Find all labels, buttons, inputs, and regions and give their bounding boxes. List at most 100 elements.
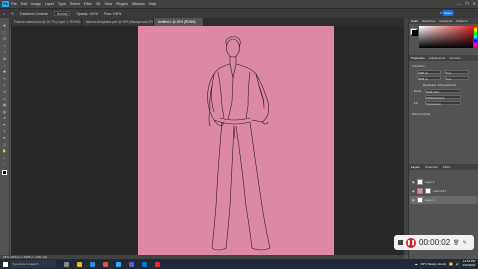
gradient-tool-icon[interactable]: ▤ (2, 103, 8, 107)
tab-libraries[interactable]: Libraries (449, 56, 461, 60)
tools-panel: ✥ ⬚ ʘ ⌖ ⌗ ⊠ ⁄ ✚ ✎ ⊥ ↺ ▭ ▤ ◍ ● ✒ T ➤ ▢ ✋ … (0, 18, 10, 258)
eyedropper-tool-icon[interactable]: ⁄ (2, 64, 8, 68)
volume-icon[interactable]: 🔊 (456, 262, 460, 266)
tab-channels[interactable]: Channels (425, 165, 438, 169)
menu-filter[interactable]: Filter (84, 2, 92, 6)
blur-tool-icon[interactable]: ◍ (2, 110, 8, 114)
layer-row[interactable]: ◉ Layer 1 (410, 196, 477, 204)
frame-tool-icon[interactable]: ⊠ (2, 57, 8, 61)
marquee-tool-icon[interactable]: ⬚ (2, 31, 8, 35)
layer-row[interactable]: ◉ Color Fill 1 (410, 187, 477, 195)
layer-name: Layer 2 (425, 180, 435, 184)
home-icon[interactable]: ⌂ (3, 12, 5, 16)
menu-layer[interactable]: Layer (45, 2, 54, 6)
eraser-tool-icon[interactable]: ▭ (2, 97, 8, 101)
tab-document-1[interactable]: Fashion sketch.psd @ 16.7% (Layer 1, RGB… (10, 18, 82, 26)
edge-icon[interactable] (90, 261, 95, 267)
tab-properties[interactable]: Properties (411, 56, 425, 60)
tab-document-2[interactable]: fashion-templates.psd @ 25% (Background,… (82, 18, 154, 26)
zoom-tool-icon[interactable]: ⌕ (2, 156, 8, 160)
quick-select-tool-icon[interactable]: ⌖ (2, 44, 8, 48)
dodge-tool-icon[interactable]: ● (2, 116, 8, 120)
brush-tool-icon[interactable]: ✎ (2, 77, 8, 81)
weather-icon[interactable]: ☁ (415, 262, 418, 266)
recording-timer: 00:00:02 (419, 238, 451, 247)
y-field[interactable]: 0 px (445, 76, 469, 81)
tab-patterns[interactable]: Patterns (456, 19, 467, 23)
teams-icon[interactable] (129, 261, 134, 267)
weather-text[interactable]: 29°F Mostly cloudy (421, 262, 446, 266)
path-select-tool-icon[interactable]: ➤ (2, 136, 8, 140)
brush-tool-icon[interactable]: ✎ (11, 12, 14, 16)
fill-label: Fill (414, 101, 418, 105)
bit-depth-select[interactable]: 8 Bits/Channel (425, 95, 461, 100)
visibility-eye-icon[interactable]: ◉ (412, 180, 415, 184)
maximize-icon[interactable]: ❐ (465, 1, 469, 6)
tab-swatches[interactable]: Swatches (422, 19, 435, 23)
menu-edit[interactable]: Edit (21, 2, 27, 6)
menu-view[interactable]: View (104, 2, 112, 6)
trash-icon[interactable]: 🗑 (453, 240, 459, 246)
opacity-field[interactable]: Opacity: 100% (76, 12, 97, 16)
shape-tool-icon[interactable]: ▢ (2, 143, 8, 147)
type-tool-icon[interactable]: T (2, 130, 8, 134)
mode-select[interactable]: RGB Color (425, 89, 461, 94)
stop-icon[interactable] (398, 240, 403, 245)
tool-preset[interactable]: Transform Controls (20, 12, 48, 16)
share-button[interactable]: Share (442, 10, 454, 16)
tab-gradients[interactable]: Gradients (439, 19, 452, 23)
visibility-eye-icon[interactable]: ◉ (412, 198, 415, 202)
task-view-icon[interactable] (64, 261, 69, 267)
menu-image[interactable]: Image (31, 2, 41, 6)
fill-select[interactable]: Transparent (425, 101, 461, 106)
tab-adjustments[interactable]: Adjustments (429, 56, 446, 60)
wifi-icon[interactable]: 📶 (449, 262, 453, 266)
flow-field[interactable]: Flow: 100% (104, 12, 121, 16)
layer-row[interactable]: ◉ Layer 2 (410, 178, 477, 186)
height-field[interactable]: 3508 px (417, 76, 441, 81)
crop-tool-icon[interactable]: ⌗ (2, 50, 8, 54)
mode-select[interactable]: Normal (53, 11, 71, 16)
minimize-icon[interactable]: — (457, 1, 461, 6)
menu-plugins[interactable]: Plugins (116, 2, 128, 6)
tab-document-3[interactable]: Untitled-1 @ 25% (RGB/8) (154, 18, 204, 26)
menu-3d[interactable]: 3D (96, 2, 101, 6)
tab-color[interactable]: Color (411, 19, 418, 23)
clock[interactable]: 12:54 PM 2/16/2023 (463, 259, 475, 267)
more-tools-icon[interactable]: … (2, 162, 8, 166)
visibility-eye-icon[interactable]: ◉ (412, 189, 415, 193)
layer-name: Color Fill 1 (433, 189, 447, 193)
menu-file[interactable]: File (11, 2, 17, 6)
tab-paths[interactable]: Paths (443, 165, 451, 169)
photoshop-taskbar-icon[interactable] (116, 261, 121, 267)
move-tool-icon[interactable]: ✥ (2, 24, 8, 28)
menu-help[interactable]: Help (149, 2, 156, 6)
hue-slider[interactable] (474, 26, 477, 48)
lasso-tool-icon[interactable]: ʘ (2, 37, 8, 41)
resolution-label: Resolution: 300 pixels/inch (423, 83, 457, 87)
color-field[interactable] (419, 26, 473, 48)
menu-type[interactable]: Type (58, 2, 66, 6)
pen-tool-icon[interactable]: ✒ (2, 123, 8, 127)
close-icon[interactable]: ✕ (473, 1, 476, 6)
taskbar-search-input[interactable]: Type here to search (10, 260, 56, 268)
recorder-app-icon[interactable] (155, 261, 160, 267)
file-explorer-icon[interactable] (77, 261, 82, 267)
foreground-color-swatch[interactable] (2, 170, 7, 175)
foreground-color-chip[interactable] (412, 30, 418, 36)
healing-tool-icon[interactable]: ✚ (2, 70, 8, 74)
pause-record-button[interactable]: ❚❚ (406, 237, 416, 248)
hand-tool-icon[interactable]: ✋ (2, 149, 8, 153)
pen-icon[interactable]: ✎ (463, 240, 467, 246)
tab-layers[interactable]: Layers (411, 165, 420, 169)
x-field[interactable]: 0 px (445, 70, 469, 75)
outlook-icon[interactable] (142, 261, 147, 267)
width-field[interactable]: 2480 px (417, 70, 441, 75)
layer-name: Layer 1 (425, 198, 435, 202)
menu-select[interactable]: Select (70, 2, 80, 6)
chrome-icon[interactable] (103, 261, 108, 267)
history-brush-icon[interactable]: ↺ (2, 90, 8, 94)
menu-window[interactable]: Window (132, 2, 145, 6)
stamp-tool-icon[interactable]: ⊥ (2, 83, 8, 87)
start-button[interactable] (0, 259, 10, 269)
